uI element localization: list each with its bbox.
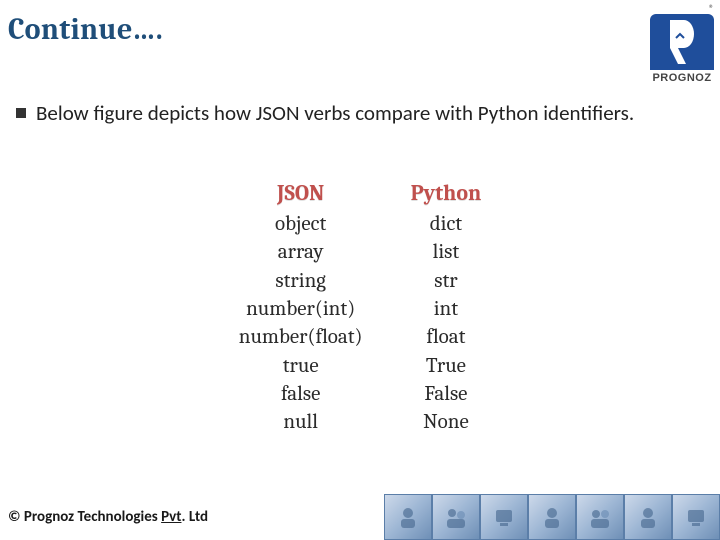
json-cell: string <box>275 267 326 295</box>
python-cell: float <box>426 323 465 351</box>
python-header: Python <box>411 180 482 206</box>
copyright-text: © Prognoz Technologies Pvt. Ltd <box>0 508 208 526</box>
logo-brand-text: PROGNOZ <box>650 72 714 84</box>
footer-thumb <box>432 494 480 540</box>
json-cell: true <box>283 352 319 380</box>
python-cell: False <box>424 380 467 408</box>
registered-mark: ® <box>650 4 714 14</box>
copyright-prefix: © Prognoz Technologies <box>8 508 161 526</box>
json-cell: number(int) <box>246 295 355 323</box>
footer-thumb <box>384 494 432 540</box>
json-cell: false <box>281 380 320 408</box>
python-cell: int <box>434 295 458 323</box>
footer-thumb <box>528 494 576 540</box>
copyright-pvt: Pvt <box>161 508 181 526</box>
footer-thumb <box>576 494 624 540</box>
json-cell: array <box>278 238 324 266</box>
bullet-square-icon <box>16 108 26 118</box>
python-cell: dict <box>430 210 462 238</box>
copyright-tail: . Ltd <box>181 508 208 526</box>
python-cell: None <box>423 408 469 436</box>
footer-thumb <box>624 494 672 540</box>
json-column: JSON object array string number(int) num… <box>239 180 363 437</box>
json-cell: object <box>275 210 326 238</box>
slide-footer: © Prognoz Technologies Pvt. Ltd <box>0 494 720 540</box>
json-header: JSON <box>277 180 324 206</box>
bullet-item: Below figure depicts how JSON verbs comp… <box>16 100 712 126</box>
python-column: Python dict list str int float True Fals… <box>411 180 482 437</box>
footer-image-strip <box>384 494 720 540</box>
comparison-table: JSON object array string number(int) num… <box>0 180 720 437</box>
bullet-text: Below figure depicts how JSON verbs comp… <box>36 100 634 126</box>
slide-title: Continue…. <box>8 12 163 47</box>
json-cell: null <box>283 408 318 436</box>
python-cell: list <box>433 238 460 266</box>
python-cell: True <box>426 352 466 380</box>
footer-thumb <box>480 494 528 540</box>
footer-thumb <box>672 494 720 540</box>
json-cell: number(float) <box>239 323 363 351</box>
python-cell: str <box>434 267 457 295</box>
logo-icon <box>650 14 714 70</box>
brand-logo: ® PROGNOZ <box>650 4 714 84</box>
